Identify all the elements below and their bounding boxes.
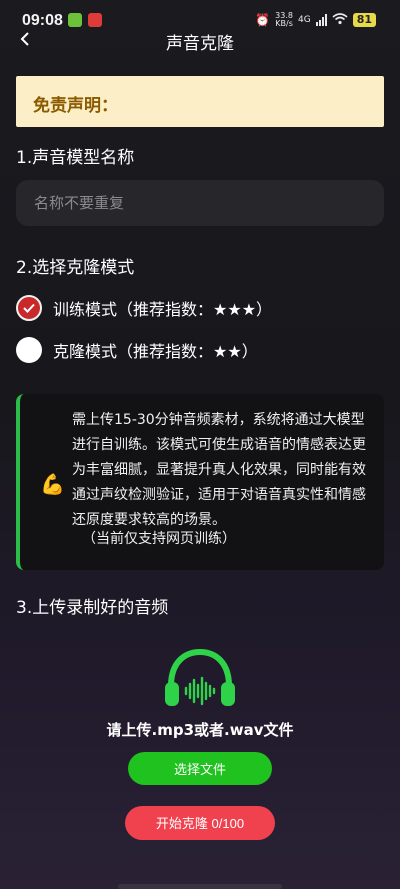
network-label: 4G: [297, 15, 311, 25]
select-file-button[interactable]: 选择文件: [128, 752, 272, 785]
radio-unchecked[interactable]: [16, 337, 42, 363]
radio-checked[interactable]: [16, 295, 42, 321]
section-title-model-name: 1.声音模型名称: [16, 148, 135, 168]
wifi-icon: [332, 12, 348, 28]
mode-option-training[interactable]: 训练模式（推荐指数：★★★）: [16, 294, 272, 322]
battery-indicator: 81: [352, 13, 376, 27]
flexed-biceps-icon: 💪: [40, 472, 65, 496]
model-name-input[interactable]: [16, 180, 384, 226]
disclaimer-label: 免责声明：: [33, 96, 118, 116]
name-input-container: [16, 180, 384, 226]
app-notification-icon: [88, 13, 102, 27]
disclaimer-banner: 免责声明：: [16, 76, 384, 127]
net-speed: 33.8 KB/s: [275, 12, 293, 28]
section-title-upload: 3.上传录制好的音频: [16, 598, 169, 618]
mode-description: 需上传15-30分钟音频素材，系统将通过大模型进行自训练。该模式可使生成语音的情…: [72, 412, 366, 528]
mode-option-clone[interactable]: 克隆模式（推荐指数：★★）: [16, 336, 258, 364]
alarm-icon: ⏰: [255, 13, 271, 27]
signal-icon: [315, 14, 327, 26]
headphone-icon: [165, 648, 235, 706]
section-title-clone-mode: 2.选择克隆模式: [16, 258, 135, 278]
start-clone-button[interactable]: 开始克隆 0/100: [125, 806, 275, 840]
home-indicator[interactable]: [118, 884, 282, 889]
mode-note: （当前仅支持网页训练）: [82, 531, 236, 547]
mode-option-label: 克隆模式（推荐指数：★★）: [53, 342, 258, 361]
status-bar: 09:08 ⏰ 33.8 KB/s 4G 81: [0, 0, 400, 29]
check-icon: [23, 303, 35, 313]
upload-hint: 请上传.mp3或者.wav文件: [106, 721, 294, 739]
app-notification-icon: [68, 13, 82, 27]
status-indicators: ⏰ 33.8 KB/s 4G 81: [255, 12, 376, 28]
mode-option-label: 训练模式（推荐指数：★★★）: [53, 300, 273, 319]
net-speed-unit: KB/s: [275, 19, 293, 28]
page-title: 声音克隆: [166, 34, 234, 54]
mode-info-card: 💪 需上传15-30分钟音频素材，系统将通过大模型进行自训练。该模式可使生成语音…: [16, 394, 384, 570]
